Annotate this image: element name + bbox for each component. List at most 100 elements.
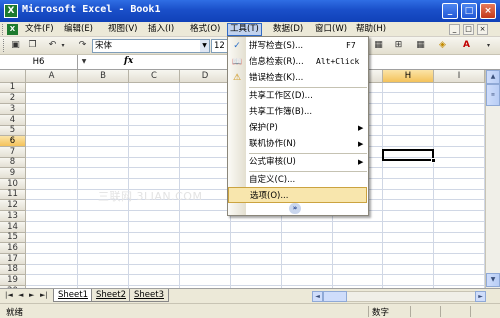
row-header-6[interactable]: 6 bbox=[0, 136, 26, 147]
menubar-grip[interactable] bbox=[2, 24, 5, 35]
row-header-12[interactable]: 12 bbox=[0, 200, 26, 211]
status-num: 数字 bbox=[372, 308, 390, 318]
scroll-down-icon[interactable]: ▼ bbox=[486, 273, 500, 287]
font-color-icon[interactable]: A bbox=[460, 39, 473, 52]
row-header-2[interactable]: 2 bbox=[0, 93, 26, 104]
menu-item-research[interactable]: 📖 信息检索(R)... Alt+Click bbox=[228, 54, 368, 70]
gridline bbox=[26, 221, 500, 222]
horizontal-scrollbar[interactable]: ◄ ► bbox=[312, 291, 486, 302]
row-header-1[interactable]: 1 bbox=[0, 83, 26, 93]
font-name-select[interactable]: 宋体 ▼ bbox=[92, 39, 210, 53]
maximize-button[interactable]: □ bbox=[461, 3, 477, 19]
gridline bbox=[26, 232, 500, 233]
toolbar-grip[interactable] bbox=[3, 39, 8, 52]
row-header-11[interactable]: 11 bbox=[0, 190, 26, 200]
last-sheet-icon[interactable]: ►| bbox=[40, 291, 48, 299]
row-header-5[interactable]: 5 bbox=[0, 126, 26, 136]
doc-restore-button[interactable]: □ bbox=[463, 24, 474, 35]
vertical-scrollbar[interactable]: ▲ ≡ ▼ bbox=[485, 70, 500, 288]
row-header-3[interactable]: 3 bbox=[0, 104, 26, 115]
menu-data[interactable]: 数据(D) bbox=[271, 23, 305, 36]
row-header-8[interactable]: 8 bbox=[0, 158, 26, 168]
redo-icon[interactable]: ↷ bbox=[76, 39, 89, 52]
menu-view[interactable]: 视图(V) bbox=[106, 23, 139, 36]
copy-icon[interactable]: ❐ bbox=[26, 39, 39, 52]
name-box[interactable]: H6 bbox=[0, 55, 78, 69]
tab-sheet1[interactable]: Sheet1 bbox=[53, 289, 93, 302]
gridline bbox=[26, 274, 500, 275]
undo-icon[interactable]: ↶ bbox=[46, 39, 59, 52]
menu-item-shared-workspace[interactable]: 共享工作区(D)... bbox=[228, 88, 368, 104]
status-separator bbox=[410, 306, 411, 317]
scroll-left-icon[interactable]: ◄ bbox=[312, 291, 323, 302]
menu-item-error-check[interactable]: ⚠ 错误检查(K)... bbox=[228, 70, 368, 86]
save-icon[interactable]: ▣ bbox=[9, 39, 22, 52]
close-button[interactable]: × bbox=[480, 3, 496, 19]
first-sheet-icon[interactable]: |◄ bbox=[5, 291, 13, 299]
document-icon[interactable]: X bbox=[7, 24, 18, 35]
menu-item-label: 自定义(C)... bbox=[249, 175, 296, 185]
column-header-B[interactable]: B bbox=[78, 70, 129, 83]
submenu-arrow-icon: ▶ bbox=[358, 124, 364, 132]
menu-format[interactable]: 格式(O) bbox=[188, 23, 222, 36]
row-header-18[interactable]: 18 bbox=[0, 265, 26, 275]
menu-insert[interactable]: 插入(I) bbox=[146, 23, 176, 36]
submenu-arrow-icon: ▶ bbox=[358, 140, 364, 148]
status-separator bbox=[470, 306, 471, 317]
fx-icon[interactable]: fx bbox=[124, 56, 133, 66]
chart-wizard-icon[interactable]: ▦ bbox=[372, 39, 385, 52]
fill-handle[interactable] bbox=[431, 158, 436, 163]
menu-item-share-workbook[interactable]: 共享工作簿(B)... bbox=[228, 104, 368, 120]
menu-help[interactable]: 帮助(H) bbox=[354, 23, 388, 36]
status-bar: 就绪 数字 bbox=[0, 303, 500, 318]
undo-dropdown-icon[interactable]: ▾ bbox=[59, 39, 67, 52]
fill-color-icon[interactable]: ◈ bbox=[436, 39, 449, 52]
tab-sheet2[interactable]: Sheet2 bbox=[91, 289, 131, 302]
doc-close-button[interactable]: × bbox=[477, 24, 488, 35]
menu-item-online-collaboration[interactable]: 联机协作(N) ▶ bbox=[228, 136, 368, 152]
row-header-13[interactable]: 13 bbox=[0, 211, 26, 222]
row-header-9[interactable]: 9 bbox=[0, 168, 26, 179]
next-sheet-icon[interactable]: ► bbox=[29, 291, 34, 299]
column-header-D[interactable]: D bbox=[180, 70, 231, 83]
menu-expand-button[interactable]: » bbox=[228, 202, 368, 215]
menu-edit[interactable]: 编辑(E) bbox=[62, 23, 95, 36]
active-cell-H6[interactable] bbox=[382, 149, 436, 163]
column-header-C[interactable]: C bbox=[129, 70, 180, 83]
borders-icon[interactable]: ▦ bbox=[414, 39, 427, 52]
minimize-button[interactable]: _ bbox=[442, 3, 458, 19]
menu-item-customize[interactable]: 自定义(C)... bbox=[228, 172, 368, 188]
menu-item-options[interactable]: 选项(O)... bbox=[228, 187, 367, 203]
name-box-dropdown-icon[interactable]: ▼ bbox=[79, 55, 89, 68]
row-header-16[interactable]: 16 bbox=[0, 243, 26, 254]
menu-item-formula-auditing[interactable]: 公式审核(U) ▶ bbox=[228, 154, 368, 170]
doc-minimize-button[interactable]: _ bbox=[449, 24, 460, 35]
status-separator bbox=[440, 306, 441, 317]
font-name-dropdown-icon[interactable]: ▼ bbox=[200, 40, 209, 52]
column-header-A[interactable]: A bbox=[26, 70, 78, 83]
menu-window[interactable]: 窗口(W) bbox=[313, 23, 349, 36]
prev-sheet-icon[interactable]: ◄ bbox=[18, 291, 23, 299]
menu-item-protection[interactable]: 保护(P) ▶ bbox=[228, 120, 368, 136]
status-separator bbox=[368, 306, 369, 317]
menu-item-spellcheck[interactable]: ✓ 拼写检查(S)... F7 bbox=[228, 38, 368, 54]
menu-tools[interactable]: 工具(T) bbox=[227, 23, 262, 36]
menu-item-label: 拼写检查(S)... bbox=[249, 41, 304, 51]
font-size-select[interactable]: 12 bbox=[211, 39, 227, 53]
scroll-right-icon[interactable]: ► bbox=[475, 291, 486, 302]
tab-sheet3[interactable]: Sheet3 bbox=[129, 289, 169, 302]
column-header-I[interactable]: I bbox=[434, 70, 485, 83]
menu-item-label: 信息检索(R)... bbox=[249, 57, 304, 67]
chevron-down-icon: » bbox=[289, 203, 301, 214]
row-header-19[interactable]: 19 bbox=[0, 275, 26, 286]
column-header-H[interactable]: H bbox=[383, 70, 434, 83]
toolbar-options-icon[interactable]: ▾ bbox=[482, 39, 495, 52]
menu-file[interactable]: 文件(F) bbox=[23, 23, 56, 36]
scroll-up-icon[interactable]: ▲ bbox=[486, 70, 500, 84]
error-check-icon: ⚠ bbox=[232, 73, 242, 83]
excel-app-icon[interactable]: X bbox=[4, 4, 18, 18]
row-header-15[interactable]: 15 bbox=[0, 233, 26, 243]
scroll-thumb[interactable]: ≡ bbox=[486, 84, 500, 106]
zoom-icon[interactable]: ⊞ bbox=[392, 39, 405, 52]
hscroll-thumb[interactable] bbox=[323, 291, 347, 302]
